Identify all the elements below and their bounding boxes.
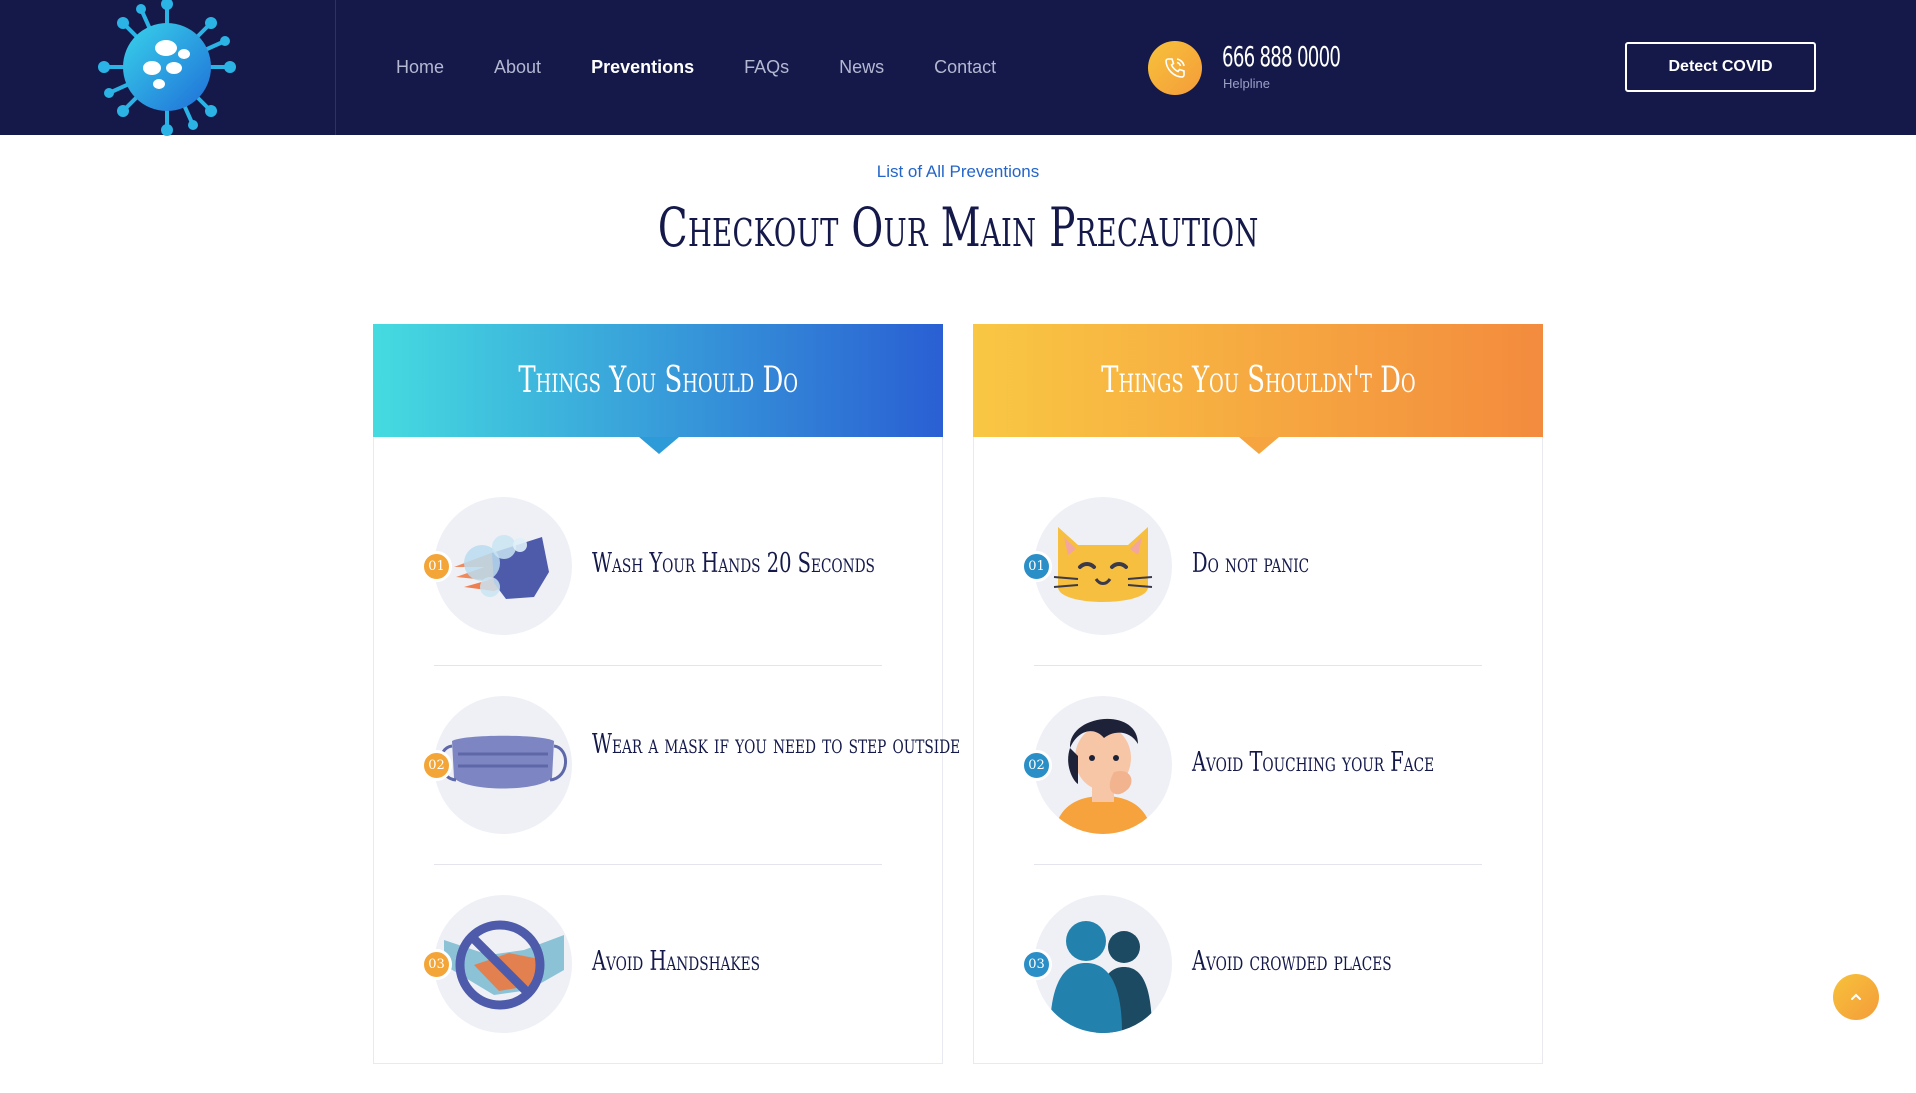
logo-cell (0, 0, 336, 138)
list-item: 03 Avoid crowded places (1021, 895, 1482, 1093)
phone-icon[interactable] (1148, 41, 1202, 95)
divider (434, 665, 882, 666)
should-do-card: Things You Should Do 01 Wash Your Hands … (373, 324, 960, 1064)
hand-washing-icon (434, 497, 572, 635)
should-do-pointer (639, 437, 679, 454)
main-nav: Home About Preventions FAQs News Contact (396, 0, 1046, 135)
section-title-text: Checkout Our Main Precaution (657, 196, 1259, 259)
helpline-label: Helpline (1223, 76, 1270, 91)
divider (1034, 864, 1482, 865)
nav-faqs[interactable]: FAQs (744, 57, 789, 78)
shouldnt-do-card-title: Things You Shouldn't Do (1100, 360, 1416, 401)
face-mask-icon (434, 696, 572, 834)
nav-home[interactable]: Home (396, 57, 444, 78)
item-number-badge: 02 (421, 750, 452, 781)
section-title: Checkout Our Main Precaution (0, 196, 1916, 260)
calm-cat-icon (1034, 497, 1172, 635)
item-text: Do not panic (1192, 548, 1310, 579)
divider (434, 864, 882, 865)
item-number-badge: 01 (421, 551, 452, 582)
touching-face-icon (1034, 696, 1172, 834)
detect-covid-button[interactable]: Detect COVID (1625, 42, 1816, 92)
item-text: Wear a mask if you need to step outside (592, 729, 961, 760)
scroll-to-top-button[interactable] (1833, 974, 1879, 1020)
should-do-card-title: Things You Should Do (518, 360, 798, 401)
virus-logo-icon[interactable] (96, 0, 238, 138)
list-item: 03 Avoid Handshakes (421, 895, 882, 1093)
site-header: Home About Preventions FAQs News Contact… (0, 0, 1916, 138)
shouldnt-do-card-header: Things You Shouldn't Do (973, 324, 1543, 437)
nav-news[interactable]: News (839, 57, 884, 78)
item-number-badge: 03 (1021, 949, 1052, 980)
should-do-card-header: Things You Should Do (373, 324, 943, 437)
item-number-badge: 03 (421, 949, 452, 980)
shouldnt-do-card: Things You Shouldn't Do 01 Do not panic (973, 324, 1543, 1064)
shouldnt-do-pointer (1239, 437, 1279, 454)
no-handshake-icon (434, 895, 572, 1033)
nav-preventions[interactable]: Preventions (591, 57, 694, 78)
item-text: Avoid Handshakes (592, 946, 760, 977)
nav-about[interactable]: About (494, 57, 541, 78)
nav-contact[interactable]: Contact (934, 57, 996, 78)
chevron-up-icon (1851, 993, 1861, 1000)
item-number-badge: 02 (1021, 750, 1052, 781)
item-text: Wash Your Hands 20 Seconds (592, 548, 875, 579)
helpline-number[interactable]: 666 888 0000 (1222, 40, 1341, 73)
divider (1034, 665, 1482, 666)
item-text: Avoid Touching your Face (1192, 747, 1435, 778)
section-subtitle: List of All Preventions (876, 162, 1040, 181)
item-text: Avoid crowded places (1192, 946, 1392, 977)
item-number-badge: 01 (1021, 551, 1052, 582)
crowd-icon (1034, 895, 1172, 1033)
